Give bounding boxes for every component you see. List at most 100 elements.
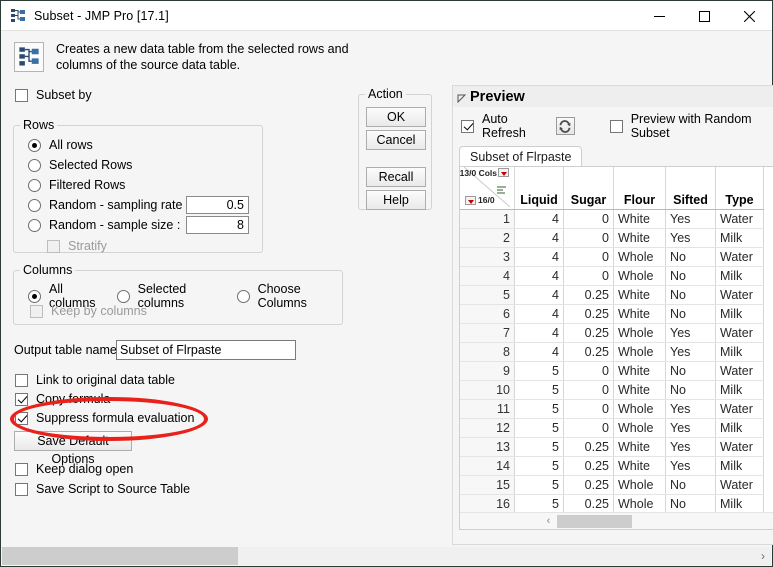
ok-button[interactable]: OK	[366, 107, 426, 127]
row-number-cell[interactable]: 13	[460, 437, 515, 457]
cell-flour[interactable]: White	[613, 209, 666, 229]
cell-liquid[interactable]: 4	[514, 342, 564, 362]
cell-type[interactable]: Water	[715, 247, 764, 267]
triangle-collapse-icon[interactable]	[457, 92, 467, 104]
output-table-name-input[interactable]: Subset of Flrpaste	[116, 340, 296, 360]
cell-type[interactable]: Water	[715, 285, 764, 305]
cell-liquid[interactable]: 5	[514, 361, 564, 381]
row-number-cell[interactable]: 4	[460, 266, 515, 286]
help-button[interactable]: Help	[366, 190, 426, 210]
row-number-cell[interactable]: 16	[460, 494, 515, 514]
cell-flour[interactable]: White	[613, 228, 666, 248]
cell-sifted[interactable]: Yes	[665, 342, 716, 362]
cell-type[interactable]: Milk	[715, 456, 764, 476]
cell-sugar[interactable]: 0	[563, 418, 614, 438]
cell-flour[interactable]: Whole	[613, 342, 666, 362]
cell-type[interactable]: Milk	[715, 418, 764, 438]
table-horizontal-scrollbar[interactable]: ‹	[460, 512, 773, 529]
cell-liquid[interactable]: 5	[514, 380, 564, 400]
cell-liquid[interactable]: 4	[514, 285, 564, 305]
auto-refresh-checkbox[interactable]: Auto Refresh	[461, 112, 549, 140]
dialog-horizontal-scrollbar[interactable]: ›	[2, 547, 771, 565]
cell-sugar[interactable]: 0	[563, 209, 614, 229]
table-row[interactable]: 3 4 0 Whole No Water	[460, 247, 764, 267]
link-to-original-checkbox[interactable]: Link to original data table	[15, 373, 175, 387]
radio-random-sample-size[interactable]: Random - sample size :	[28, 218, 180, 232]
cell-sifted[interactable]: Yes	[665, 228, 716, 248]
maximize-icon[interactable]	[682, 1, 727, 31]
cell-sugar[interactable]: 0.25	[563, 456, 614, 476]
table-row[interactable]: 1 4 0 White Yes Water	[460, 209, 764, 229]
cell-liquid[interactable]: 5	[514, 475, 564, 495]
cell-type[interactable]: Water	[715, 209, 764, 229]
refresh-icon[interactable]	[555, 117, 575, 135]
scrollbar-thumb[interactable]	[557, 514, 632, 528]
table-row[interactable]: 5 4 0.25 White No Water	[460, 285, 764, 305]
scroll-left-arrow-icon[interactable]: ‹	[540, 515, 557, 527]
cell-sifted[interactable]: Yes	[665, 323, 716, 343]
cell-liquid[interactable]: 4	[514, 323, 564, 343]
cell-sugar[interactable]: 0	[563, 361, 614, 381]
scroll-right-arrow-icon[interactable]: ›	[761, 549, 765, 563]
keep-by-columns-checkbox[interactable]: Keep by columns	[30, 304, 147, 318]
column-header-sifted[interactable]: Sifted	[665, 167, 716, 210]
grid-corner-cell[interactable]: 13/0 Cols 16/0	[460, 167, 515, 210]
cell-liquid[interactable]: 4	[514, 209, 564, 229]
cell-sifted[interactable]: No	[665, 285, 716, 305]
row-number-cell[interactable]: 12	[460, 418, 515, 438]
row-number-cell[interactable]: 14	[460, 456, 515, 476]
cell-flour[interactable]: White	[613, 380, 666, 400]
preview-with-random-subset-checkbox[interactable]: Preview with Random Subset	[609, 112, 773, 140]
cell-sifted[interactable]: Yes	[665, 437, 716, 457]
cell-sifted[interactable]: No	[665, 361, 716, 381]
row-number-cell[interactable]: 8	[460, 342, 515, 362]
cell-flour[interactable]: White	[613, 456, 666, 476]
cell-liquid[interactable]: 4	[514, 304, 564, 324]
cell-sugar[interactable]: 0	[563, 380, 614, 400]
red-triangle-menu-icon[interactable]	[498, 168, 509, 177]
radio-choose-columns[interactable]: Choose Columns	[236, 282, 342, 310]
cell-liquid[interactable]: 4	[514, 247, 564, 267]
cell-flour[interactable]: Whole	[613, 266, 666, 286]
cell-flour[interactable]: White	[613, 361, 666, 381]
save-default-options-button[interactable]: Save Default Options	[14, 431, 132, 466]
cell-type[interactable]: Water	[715, 323, 764, 343]
cell-flour[interactable]: White	[613, 285, 666, 305]
table-row[interactable]: 10 5 0 White No Milk	[460, 380, 764, 400]
cell-type[interactable]: Water	[715, 361, 764, 381]
cell-sugar[interactable]: 0.25	[563, 437, 614, 457]
cell-liquid[interactable]: 5	[514, 418, 564, 438]
table-row[interactable]: 9 5 0 White No Water	[460, 361, 764, 381]
keep-dialog-open-checkbox[interactable]: Keep dialog open	[15, 462, 133, 476]
recall-button[interactable]: Recall	[366, 167, 426, 187]
row-number-cell[interactable]: 3	[460, 247, 515, 267]
table-row[interactable]: 7 4 0.25 Whole Yes Water	[460, 323, 764, 343]
cell-sifted[interactable]: Yes	[665, 399, 716, 419]
cell-sifted[interactable]: Yes	[665, 418, 716, 438]
red-triangle-menu-icon[interactable]	[465, 196, 476, 205]
table-row[interactable]: 12 5 0 Whole Yes Milk	[460, 418, 764, 438]
row-number-cell[interactable]: 6	[460, 304, 515, 324]
cell-sifted[interactable]: Yes	[665, 209, 716, 229]
row-number-cell[interactable]: 7	[460, 323, 515, 343]
cell-type[interactable]: Milk	[715, 494, 764, 514]
stratify-checkbox[interactable]: Stratify	[47, 239, 107, 253]
radio-filtered-rows[interactable]: Filtered Rows	[28, 178, 125, 192]
row-number-cell[interactable]: 5	[460, 285, 515, 305]
table-row[interactable]: 2 4 0 White Yes Milk	[460, 228, 764, 248]
row-number-cell[interactable]: 1	[460, 209, 515, 229]
subset-by-checkbox[interactable]: Subset by	[15, 88, 92, 102]
cell-sugar[interactable]: 0.25	[563, 304, 614, 324]
cell-sifted[interactable]: No	[665, 380, 716, 400]
radio-selected-rows[interactable]: Selected Rows	[28, 158, 132, 172]
cell-flour[interactable]: Whole	[613, 475, 666, 495]
cell-sugar[interactable]: 0	[563, 399, 614, 419]
row-number-cell[interactable]: 2	[460, 228, 515, 248]
cell-type[interactable]: Water	[715, 437, 764, 457]
cell-type[interactable]: Milk	[715, 342, 764, 362]
cell-sugar[interactable]: 0	[563, 228, 614, 248]
cell-sifted[interactable]: No	[665, 494, 716, 514]
cell-flour[interactable]: White	[613, 437, 666, 457]
cell-flour[interactable]: White	[613, 304, 666, 324]
cell-sifted[interactable]: No	[665, 475, 716, 495]
